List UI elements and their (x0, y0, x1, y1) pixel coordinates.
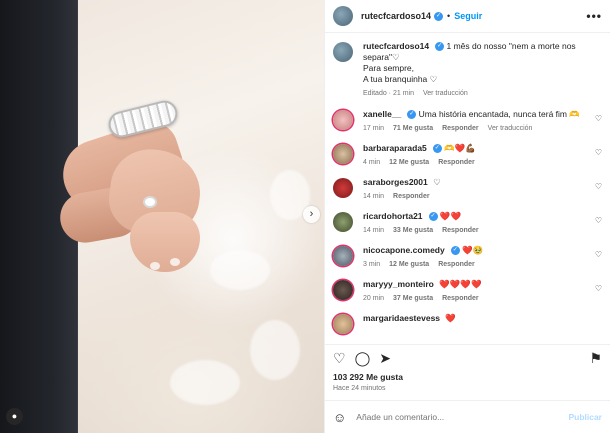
dress-lace (250, 320, 300, 380)
reply-button[interactable]: Responder (438, 261, 475, 268)
translate-link[interactable]: Ver traducción (488, 125, 533, 132)
comment-item: ricardohorta21 ✓ ❤️❤️ 14 min 33 Me gusta … (333, 211, 602, 234)
dress-lace (210, 250, 270, 290)
caption-line3: A tua branquinha ♡ (363, 74, 438, 84)
comment-input[interactable] (356, 412, 559, 422)
verified-icon: ✓ (432, 144, 442, 154)
comment-text: ♡ (433, 177, 441, 187)
avatar[interactable] (333, 178, 353, 198)
save-bookmark-icon[interactable]: ⚑ (589, 350, 602, 367)
avatar[interactable] (333, 280, 353, 300)
avatar[interactable] (333, 110, 353, 130)
comment-text: Uma história encantada, nunca terá fim 🫶 (418, 109, 580, 119)
comment-time: 4 min (363, 159, 381, 166)
verified-icon: ✓ (428, 212, 438, 222)
likes-count[interactable]: 103 292 Me gusta (325, 372, 610, 382)
fingernail (150, 262, 160, 270)
like-comment-icon[interactable]: ♡ (595, 284, 602, 293)
post-photo[interactable]: › ● (0, 0, 324, 433)
comment-text: 🫶❤️💪🏾 (444, 143, 476, 153)
post-sidebar: rutecfcardoso14 ✓ • Seguir ••• rutecfcar… (324, 0, 610, 433)
comment-likes[interactable]: 12 Me gusta (389, 159, 429, 166)
comment-username[interactable]: xanelle__ (363, 109, 401, 119)
like-comment-icon[interactable]: ♡ (595, 114, 602, 123)
caption-edited: Editado · 21 min (363, 90, 414, 97)
next-photo-button[interactable]: › (303, 206, 320, 223)
author-username[interactable]: rutecfcardoso14 (361, 11, 431, 21)
more-options-icon[interactable]: ••• (586, 9, 602, 23)
comment-item: margaridaestevess ❤️ (333, 313, 602, 334)
avatar[interactable] (333, 314, 353, 334)
comment-item: maryyy_monteiro ❤️❤️❤️❤️ 20 min 37 Me gu… (333, 279, 602, 302)
comment-likes[interactable]: 71 Me gusta (393, 125, 433, 132)
comment-username[interactable]: saraborges2001 (363, 177, 428, 187)
comment-text: ❤️❤️❤️❤️ (439, 279, 482, 289)
dress-lace (170, 360, 240, 405)
comment-time: 20 min (363, 295, 385, 302)
reply-button[interactable]: Responder (442, 227, 479, 234)
verified-icon: ✓ (407, 110, 417, 120)
caption: rutecfcardoso14 ✓ 1 mês do nosso "nem a m… (333, 41, 602, 97)
caption-line2: Para sempre, (363, 63, 415, 73)
comment-likes[interactable]: 37 Me gusta (393, 295, 433, 302)
avatar[interactable] (333, 42, 353, 62)
reply-button[interactable]: Responder (442, 295, 479, 302)
emoji-icon[interactable]: ☺ (333, 410, 346, 425)
separator-dot: • (447, 11, 451, 21)
caption-username[interactable]: rutecfcardoso14 (363, 41, 429, 51)
comment-time: 14 min (363, 227, 385, 234)
comment-item: nicocapone.comedy ✓ ❤️🥹 3 min 12 Me gusta… (333, 245, 602, 268)
comment-username[interactable]: nicocapone.comedy (363, 245, 445, 255)
comment-time: 3 min (363, 261, 381, 268)
avatar[interactable] (333, 144, 353, 164)
tagged-user-icon[interactable]: ● (6, 408, 23, 425)
like-icon[interactable]: ♡ (333, 350, 346, 367)
caption-meta: Editado · 21 min Ver traducción (363, 90, 602, 97)
like-comment-icon[interactable]: ♡ (595, 250, 602, 259)
reply-button[interactable]: Responder (442, 125, 479, 132)
post-actions: ♡ ◯ ➤ ⚑ (325, 344, 610, 372)
comment-text: ❤️❤️ (439, 211, 462, 221)
comment-text: ❤️🥹 (462, 245, 484, 255)
share-icon[interactable]: ➤ (379, 350, 391, 367)
like-comment-icon[interactable]: ♡ (595, 182, 602, 191)
post-viewer: › ● rutecfcardoso14 ✓ • Seguir ••• rutec… (0, 0, 610, 433)
avatar[interactable] (333, 6, 353, 26)
comment-item: xanelle__ ✓ Uma história encantada, nunca… (333, 109, 602, 132)
add-comment-bar: ☺ Publicar (325, 400, 610, 433)
translate-link[interactable]: Ver traducción (423, 90, 468, 97)
post-timestamp: Hace 24 minutos (333, 385, 386, 392)
avatar[interactable] (333, 246, 353, 266)
comment-username[interactable]: barbaraparada5 (363, 143, 427, 153)
like-comment-icon[interactable]: ♡ (595, 148, 602, 157)
comment-item: saraborges2001 ♡ 14 min Responder ♡ (333, 177, 602, 200)
comment-username[interactable]: maryyy_monteiro (363, 279, 434, 289)
comment-time: 14 min (363, 193, 385, 200)
comment-item: barbaraparada5 ✓ 🫶❤️💪🏾 4 min 12 Me gusta … (333, 143, 602, 166)
avatar[interactable] (333, 212, 353, 232)
follow-button[interactable]: Seguir (454, 11, 482, 21)
comment-text: ❤️ (445, 313, 456, 323)
comment-likes[interactable]: 12 Me gusta (389, 261, 429, 268)
verified-icon: ✓ (434, 11, 444, 21)
comments-list[interactable]: rutecfcardoso14 ✓ 1 mês do nosso "nem a m… (325, 33, 610, 344)
post-header: rutecfcardoso14 ✓ • Seguir ••• (325, 0, 610, 33)
engagement-ring (143, 196, 157, 208)
reply-button[interactable]: Responder (438, 159, 475, 166)
publish-button[interactable]: Publicar (568, 412, 602, 422)
fingernail (170, 258, 180, 266)
comment-username[interactable]: ricardohorta21 (363, 211, 423, 221)
comment-username[interactable]: margaridaestevess (363, 313, 440, 323)
verified-icon: ✓ (450, 246, 460, 256)
comment-likes[interactable]: 33 Me gusta (393, 227, 433, 234)
caption-text: rutecfcardoso14 ✓ 1 mês do nosso "nem a m… (363, 41, 602, 85)
bride-fingers (130, 212, 200, 272)
reply-button[interactable]: Responder (393, 193, 430, 200)
like-comment-icon[interactable]: ♡ (595, 216, 602, 225)
comment-time: 17 min (363, 125, 385, 132)
comment-icon[interactable]: ◯ (355, 350, 371, 367)
verified-icon: ✓ (435, 42, 445, 52)
